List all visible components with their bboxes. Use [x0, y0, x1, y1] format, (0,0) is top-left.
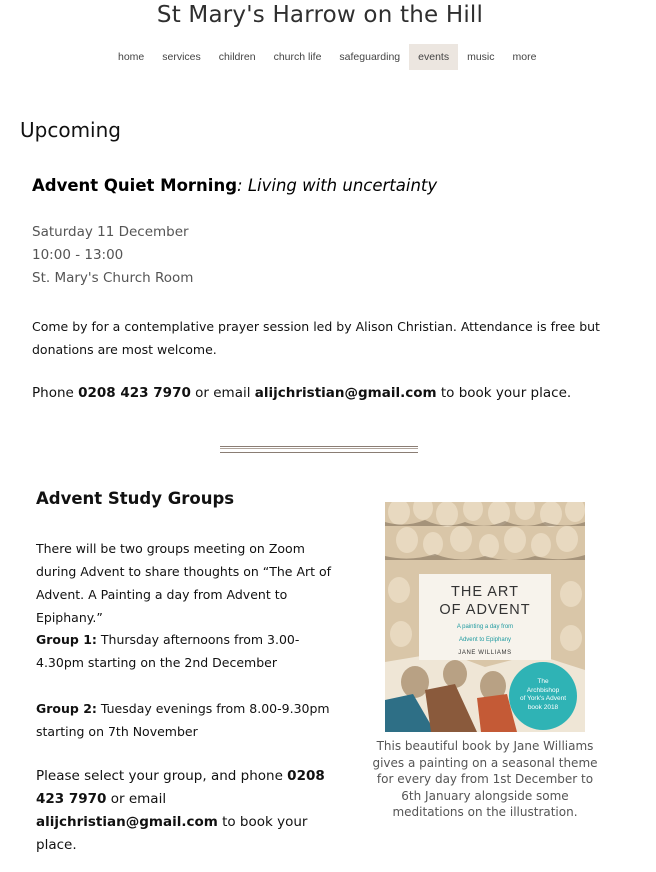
nav-item-safeguarding[interactable]: safeguarding: [330, 44, 409, 70]
event-location: St. Mary's Church Room: [32, 270, 194, 286]
select-email-prefix: or email: [106, 791, 167, 807]
booking-phone: 0208 423 7970: [78, 385, 191, 401]
study-groups-intro: There will be two groups meeting on Zoom…: [36, 541, 332, 625]
book-cover-image: THE ART OF ADVENT A painting a day from …: [385, 502, 585, 732]
booking-email[interactable]: alijchristian@gmail.com: [255, 385, 437, 401]
nav-item-children[interactable]: children: [210, 44, 265, 70]
nav-item-more[interactable]: more: [504, 44, 546, 70]
select-prefix: Please select your group, and phone: [36, 768, 288, 784]
select-email[interactable]: alijchristian@gmail.com: [36, 814, 218, 830]
book-title-line1: THE ART: [451, 584, 519, 600]
book-badge: The Archbishop of York's Advent book 201…: [509, 662, 577, 730]
badge-line2: Archbishop: [526, 686, 560, 694]
group-2-info: Group 2: Tuesday evenings from 8.00-9.30…: [36, 697, 336, 743]
book-tagline-line2: Advent to Epiphany: [458, 636, 512, 643]
booking-email-prefix: or email: [190, 385, 255, 401]
nav-item-events[interactable]: events: [409, 44, 459, 70]
booking-prefix: Phone: [32, 385, 79, 401]
group-1-label: Group 1:: [36, 632, 97, 647]
event-time: 10:00 - 13:00: [32, 247, 124, 263]
booking-suffix: to book your place.: [436, 385, 572, 401]
badge-line1: The: [537, 678, 549, 685]
event-date: Saturday 11 December: [32, 224, 189, 240]
event-subtitle: : Living with uncertainty: [237, 176, 438, 195]
section-heading: Upcoming: [20, 118, 121, 142]
book-title-line2: OF ADVENT: [439, 602, 531, 618]
book-author: JANE WILLIAMS: [458, 650, 512, 656]
main-nav: home services children church life safeg…: [109, 44, 545, 70]
nav-item-church-life[interactable]: church life: [265, 44, 331, 70]
event-booking-line: Phone 0208 423 7970 or email alijchristi…: [32, 385, 571, 401]
nav-item-services[interactable]: services: [153, 44, 210, 70]
book-caption: This beautiful book by Jane Williams giv…: [372, 739, 598, 819]
event-title: Advent Quiet Morning: Living with uncert…: [32, 176, 437, 195]
nav-item-home[interactable]: home: [109, 44, 153, 70]
event-description: Come by for a contemplative prayer sessi…: [32, 319, 600, 357]
badge-line4: book 2018: [527, 703, 559, 711]
group-1-info: Group 1: Thursday afternoons from 3.00-4…: [36, 628, 336, 674]
book-title-panel: THE ART OF ADVENT A painting a day from …: [419, 574, 551, 660]
group-2-label: Group 2:: [36, 701, 97, 716]
section-divider: [220, 446, 418, 453]
nav-item-music[interactable]: music: [458, 44, 503, 70]
event-title-main: Advent Quiet Morning: [32, 176, 238, 195]
book-tagline-line1: A painting a day from: [456, 624, 514, 630]
badge-line3: of York's Advent: [519, 695, 567, 702]
study-groups-booking: Please select your group, and phone 0208…: [36, 765, 336, 857]
site-title[interactable]: St Mary's Harrow on the Hill: [0, 2, 640, 28]
study-groups-title: Advent Study Groups: [36, 489, 235, 508]
